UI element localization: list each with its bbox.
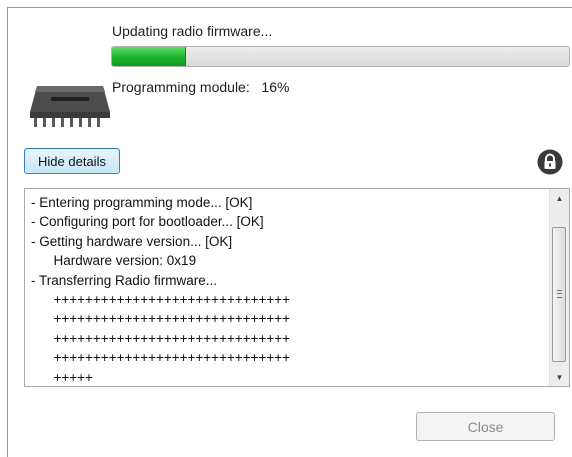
- log-line: - Entering programming mode... [OK]: [31, 195, 253, 210]
- module-status: Programming module: 16%: [112, 79, 289, 95]
- log-line: ++++++++++++++++++++++++++++++: [31, 330, 291, 346]
- log-line: ++++++++++++++++++++++++++++++: [31, 291, 291, 307]
- log-line: ++++++++++++++++++++++++++++++: [31, 311, 291, 327]
- close-button[interactable]: Close: [416, 412, 555, 441]
- grip-icon: [557, 290, 562, 298]
- percent-text: 16%: [261, 79, 290, 95]
- chip-icon: [30, 86, 110, 127]
- hide-details-button[interactable]: Hide details: [24, 148, 120, 174]
- log-line: - Transferring Radio firmware...: [31, 272, 218, 288]
- log-line: - Getting hardware version... [OK]: [31, 233, 233, 249]
- log-scrollbar[interactable]: ▲ ▼: [549, 189, 569, 386]
- log-lines: - Entering programming mode... [OK] - Co…: [31, 193, 543, 386]
- module-label: Programming module:: [112, 79, 250, 95]
- log-line: Hardware version: 0x19: [31, 253, 197, 269]
- log-line: ++++++++++++++++++++++++++++++: [31, 350, 291, 366]
- lock-icon[interactable]: [537, 149, 563, 175]
- scroll-up-arrow-icon[interactable]: ▲: [550, 189, 569, 207]
- progress-bar: [111, 46, 570, 67]
- scrollbar-thumb[interactable]: [552, 227, 566, 362]
- log-line: - Configuring port for bootloader... [OK…: [31, 214, 264, 230]
- scroll-down-arrow-icon[interactable]: ▼: [550, 368, 569, 386]
- dialog-window: Updating radio firmware... Programming m…: [7, 7, 572, 457]
- progress-fill: [112, 47, 187, 66]
- status-title: Updating radio firmware...: [112, 23, 273, 39]
- details-log[interactable]: - Entering programming mode... [OK] - Co…: [24, 188, 570, 387]
- log-line: +++++: [31, 369, 93, 385]
